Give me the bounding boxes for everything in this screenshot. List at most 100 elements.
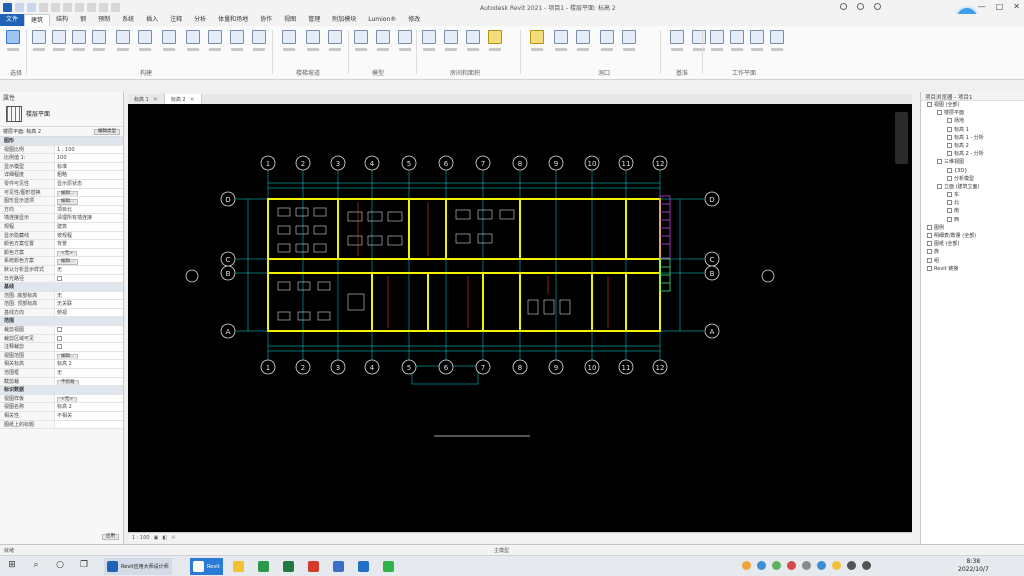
taskbar-app[interactable] [330, 558, 347, 575]
room-separator-button[interactable] [442, 30, 460, 51]
area-button[interactable] [486, 30, 504, 51]
grid-bubble[interactable]: 8 [512, 155, 528, 171]
property-row[interactable]: 视图范围 编辑... [0, 351, 123, 361]
taskbar-app[interactable] [355, 558, 372, 575]
type-selector[interactable]: 楼层平面 [0, 101, 123, 127]
grid-bubble[interactable]: 10 [584, 155, 600, 171]
property-row[interactable]: 图形显示选项 编辑... [0, 197, 123, 206]
property-value[interactable] [54, 343, 123, 351]
property-button[interactable]: <无> [57, 396, 78, 403]
browser-node[interactable]: 分析模型 [921, 175, 1024, 183]
grid-bubble[interactable]: C [220, 251, 236, 267]
navigation-bar[interactable] [895, 112, 908, 164]
property-group-header[interactable]: 图形 [0, 137, 123, 146]
instance-selector[interactable]: 楼层平面: 标高 2 编辑类型 [0, 127, 123, 137]
tray-icon[interactable] [817, 561, 826, 570]
revit-logo-icon[interactable] [3, 2, 12, 12]
property-row[interactable]: 可见性/图形替换 编辑... [0, 188, 123, 198]
expand-toggle-icon[interactable] [937, 183, 942, 189]
property-value[interactable]: 不相关 [54, 412, 123, 420]
browser-node[interactable]: 标高 1 [921, 126, 1024, 134]
property-button[interactable]: 编辑... [57, 353, 79, 360]
expand-toggle-icon[interactable] [947, 200, 952, 206]
property-value[interactable] [54, 274, 123, 283]
railing-button[interactable] [280, 30, 298, 51]
redo-icon[interactable] [51, 2, 60, 12]
expand-toggle-icon[interactable] [947, 192, 952, 198]
edit-type-button[interactable]: 编辑类型 [94, 129, 120, 135]
door-button[interactable] [50, 30, 68, 51]
search-icon[interactable] [840, 3, 847, 10]
browser-node[interactable]: 标高 2 - 分析 [921, 150, 1024, 158]
expand-toggle-icon[interactable] [927, 102, 932, 107]
property-button[interactable]: 编辑... [57, 259, 79, 265]
grid-bubble[interactable]: 8 [512, 359, 528, 375]
property-row[interactable]: 图纸上的标题 [0, 420, 123, 430]
browser-node[interactable]: Revit 链接 [921, 265, 1024, 273]
expand-toggle-icon[interactable] [947, 142, 952, 148]
component-button[interactable] [90, 30, 108, 51]
minimize-button[interactable]: — [978, 2, 986, 11]
browser-node[interactable]: 视图 (全部) [921, 101, 1024, 109]
model-line-button[interactable] [374, 30, 392, 51]
column-button[interactable] [114, 30, 132, 51]
tab-collaborate[interactable]: 协作 [254, 14, 278, 26]
property-value[interactable]: 标高 2 [54, 403, 123, 411]
property-value[interactable]: 无 [54, 291, 123, 300]
property-value[interactable]: 不剪裁 [54, 377, 123, 386]
expand-toggle-icon[interactable] [947, 134, 952, 140]
browser-node[interactable]: 南 [921, 207, 1024, 215]
grid-bubble[interactable]: 5 [401, 155, 417, 171]
grid-bubble[interactable]: 5 [401, 359, 417, 375]
view-scale[interactable]: 1 : 100 [132, 535, 150, 541]
taskbar-app[interactable]: Revit应用大师设计师 [104, 558, 172, 575]
vertical-opening-button[interactable] [598, 30, 616, 51]
property-value[interactable]: 无关联 [54, 300, 123, 308]
property-row[interactable]: 基线方向 俯视 [0, 308, 123, 318]
open-icon[interactable] [15, 2, 24, 12]
clock[interactable]: 8:38 2022/10/7 [958, 558, 989, 574]
close-icon[interactable]: × [153, 96, 158, 103]
3d-view-icon[interactable] [99, 2, 108, 12]
design-option-dropdown[interactable]: 主模型 [494, 547, 509, 554]
property-row[interactable]: 墙连接显示 清理所有墙连接 [0, 214, 123, 223]
cortana-icon[interactable]: ○ [54, 560, 66, 570]
browser-node[interactable]: 场地 [921, 117, 1024, 125]
property-row[interactable]: 显示隐藏线 按规程 [0, 231, 123, 241]
expand-toggle-icon[interactable] [927, 257, 932, 263]
property-row[interactable]: 日光路径 [0, 274, 123, 284]
grid-bubble[interactable]: B [704, 265, 720, 281]
property-checkbox[interactable] [57, 275, 62, 281]
property-row[interactable]: 颜色方案 <无> [0, 248, 123, 258]
tab-steel[interactable]: 钢 [74, 14, 92, 26]
property-row[interactable]: 视图名称 标高 2 [0, 403, 123, 412]
property-checkbox[interactable] [57, 335, 62, 341]
expand-toggle-icon[interactable] [947, 208, 952, 214]
property-value[interactable]: 项目北 [54, 205, 123, 214]
property-button[interactable]: <无> [57, 250, 78, 257]
property-checkbox[interactable] [57, 327, 62, 333]
property-checkbox[interactable] [57, 344, 62, 350]
grid-bubble[interactable]: 4 [364, 359, 380, 375]
tray-icon[interactable] [832, 561, 841, 570]
model-text-button[interactable] [352, 30, 370, 51]
network-icon[interactable] [847, 561, 856, 570]
expand-toggle-icon[interactable] [927, 265, 932, 271]
tab-massing-site[interactable]: 体量和场地 [212, 14, 254, 26]
tray-icon[interactable] [802, 561, 811, 570]
ceiling-button[interactable] [160, 30, 178, 51]
browser-node[interactable]: 西 [921, 216, 1024, 224]
property-value[interactable] [54, 420, 123, 429]
property-value[interactable]: 无 [54, 369, 123, 377]
property-row[interactable]: 裁剪视图 [0, 326, 123, 335]
grid-bubble[interactable]: A [704, 323, 720, 339]
tab-architecture[interactable]: 建筑 [24, 14, 51, 26]
measure-icon[interactable] [75, 2, 84, 12]
tab-addins[interactable]: 附加模块 [326, 14, 362, 26]
grid-bubble[interactable]: 11 [618, 155, 634, 171]
property-row[interactable]: 视图比例 1 : 100 [0, 145, 123, 155]
windows-start-icon[interactable]: ⊞ [6, 560, 18, 570]
property-value[interactable]: 按规程 [54, 231, 123, 240]
property-row[interactable]: 相关性 不相关 [0, 412, 123, 421]
property-value[interactable]: 背景 [54, 240, 123, 248]
